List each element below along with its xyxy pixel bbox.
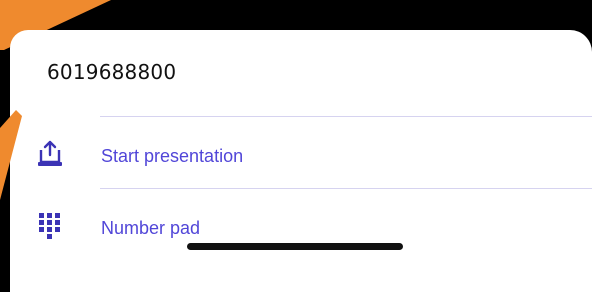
share-screen-icon	[37, 140, 63, 170]
start-presentation-label: Start presentation	[101, 146, 244, 166]
divider	[100, 116, 592, 117]
number-pad-label: Number pad	[101, 218, 201, 238]
bottom-sheet: 6019688800 Start presentation Number pad	[10, 30, 592, 292]
home-indicator	[187, 243, 403, 250]
annotation-arrow-side	[0, 110, 22, 200]
divider	[100, 188, 592, 189]
keypad-icon	[37, 212, 63, 242]
screen-frame: 6019688800 Start presentation Number pad	[0, 0, 592, 292]
meeting-id: 6019688800	[47, 60, 177, 84]
start-presentation-button[interactable]: Start presentation	[10, 128, 592, 184]
